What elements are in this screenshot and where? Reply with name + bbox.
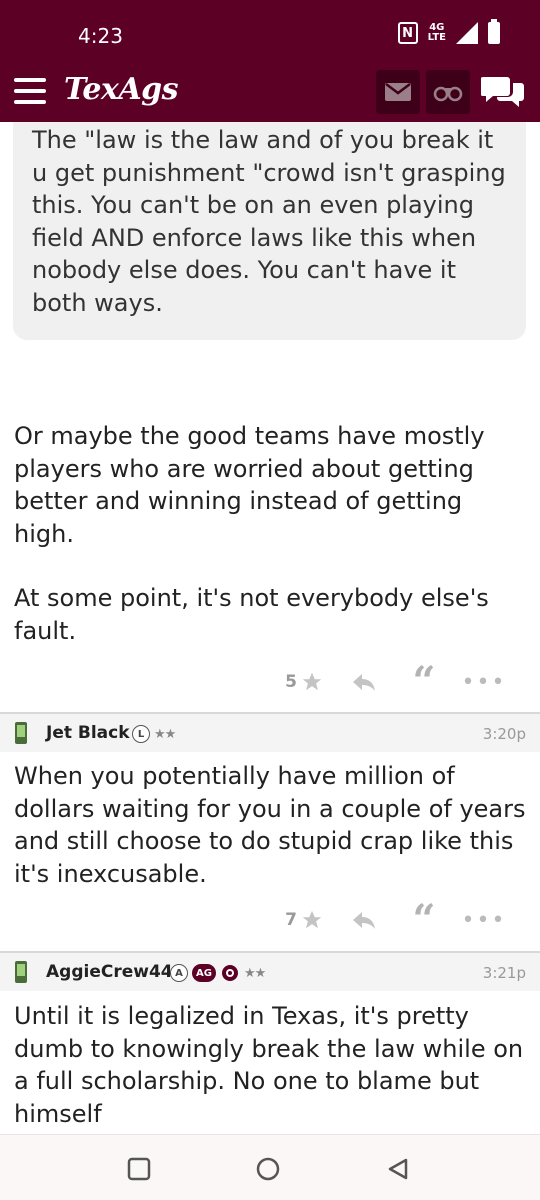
- post-paragraph: At some point, it's not everybody else's…: [14, 584, 489, 645]
- post-time: 3:20p: [482, 725, 526, 743]
- quoted-text: The "law is the law and of you break it …: [32, 126, 506, 317]
- app-header: TexAgs: [0, 62, 540, 122]
- network-type-icon: 4G LTE: [427, 22, 446, 43]
- post-body: When you potentially have million of dol…: [14, 760, 526, 890]
- user-stars: ★★: [244, 965, 266, 981]
- reply-icon: [353, 912, 375, 929]
- ag-badge: AG: [192, 964, 216, 982]
- post-header: Jet Black L ★★ 3:20p: [0, 712, 540, 752]
- home-icon: [256, 1157, 280, 1181]
- post-actions: 7 “ •••: [274, 896, 514, 943]
- back-button[interactable]: [384, 1155, 412, 1183]
- system-icons: N 4G LTE: [397, 19, 500, 44]
- mail-button[interactable]: [376, 70, 420, 114]
- system-nav-bar: [0, 1134, 540, 1200]
- chat-button[interactable]: [478, 70, 528, 114]
- user-level-badge: L: [132, 725, 150, 743]
- post-paragraph: Until it is legalized in Texas, it's pre…: [14, 1002, 524, 1128]
- binoculars-button[interactable]: [426, 70, 470, 114]
- status-bar: 4:23 N 4G LTE: [0, 0, 540, 62]
- post-time: 3:21p: [482, 964, 526, 982]
- menu-icon[interactable]: [14, 78, 46, 104]
- recents-icon: [127, 1157, 151, 1181]
- back-icon: [388, 1158, 408, 1180]
- quoted-post: The "law is the law and of you break it …: [13, 122, 526, 340]
- app-logo[interactable]: TexAgs: [64, 72, 179, 107]
- mobile-phone-icon: [15, 722, 27, 744]
- post-body: Until it is legalized in Texas, it's pre…: [14, 1000, 526, 1130]
- mascot-badge-icon: [222, 965, 238, 981]
- rating-count: 7: [285, 910, 297, 930]
- user-level-badge: A: [170, 964, 188, 982]
- quote-button[interactable]: “: [394, 896, 454, 943]
- more-button[interactable]: •••: [454, 670, 514, 695]
- username[interactable]: AggieCrew44: [46, 962, 173, 982]
- user-badges: L ★★: [132, 725, 176, 743]
- post-actions: 5 “ •••: [274, 658, 514, 705]
- home-button[interactable]: [254, 1155, 282, 1183]
- rating-button[interactable]: 7: [274, 909, 334, 931]
- reply-icon: [353, 674, 375, 691]
- post-paragraph: Or maybe the good teams have mostly play…: [14, 422, 485, 548]
- more-icon: •••: [461, 669, 507, 695]
- post-body: Or maybe the good teams have mostly play…: [14, 420, 526, 647]
- post-header: AggieCrew44 A AG ★★ 3:21p: [0, 951, 540, 991]
- quote-button[interactable]: “: [394, 658, 454, 705]
- rating-button[interactable]: 5: [274, 671, 334, 693]
- post-paragraph: When you potentially have million of dol…: [14, 762, 526, 888]
- more-icon: •••: [461, 907, 507, 933]
- binoculars-icon: [433, 86, 463, 102]
- rating-count: 5: [285, 672, 297, 692]
- recents-button[interactable]: [125, 1155, 153, 1183]
- star-icon: [302, 672, 322, 691]
- mobile-phone-icon: [15, 961, 27, 983]
- quote-icon: “: [412, 658, 436, 705]
- star-icon: [302, 910, 322, 929]
- status-time: 4:23: [78, 24, 123, 48]
- battery-icon: [488, 19, 500, 44]
- quote-icon: “: [412, 896, 436, 943]
- signal-icon: [456, 22, 478, 44]
- more-button[interactable]: •••: [454, 908, 514, 933]
- username[interactable]: Jet Black: [46, 723, 130, 743]
- chat-icon: [481, 77, 524, 107]
- nfc-icon: N: [397, 22, 418, 44]
- user-stars: ★★: [154, 726, 176, 742]
- mail-icon: [385, 83, 411, 101]
- reply-button[interactable]: [334, 910, 394, 930]
- reply-button[interactable]: [334, 672, 394, 692]
- user-badges: A AG ★★: [170, 964, 266, 982]
- thread-content[interactable]: The "law is the law and of you break it …: [0, 122, 540, 1134]
